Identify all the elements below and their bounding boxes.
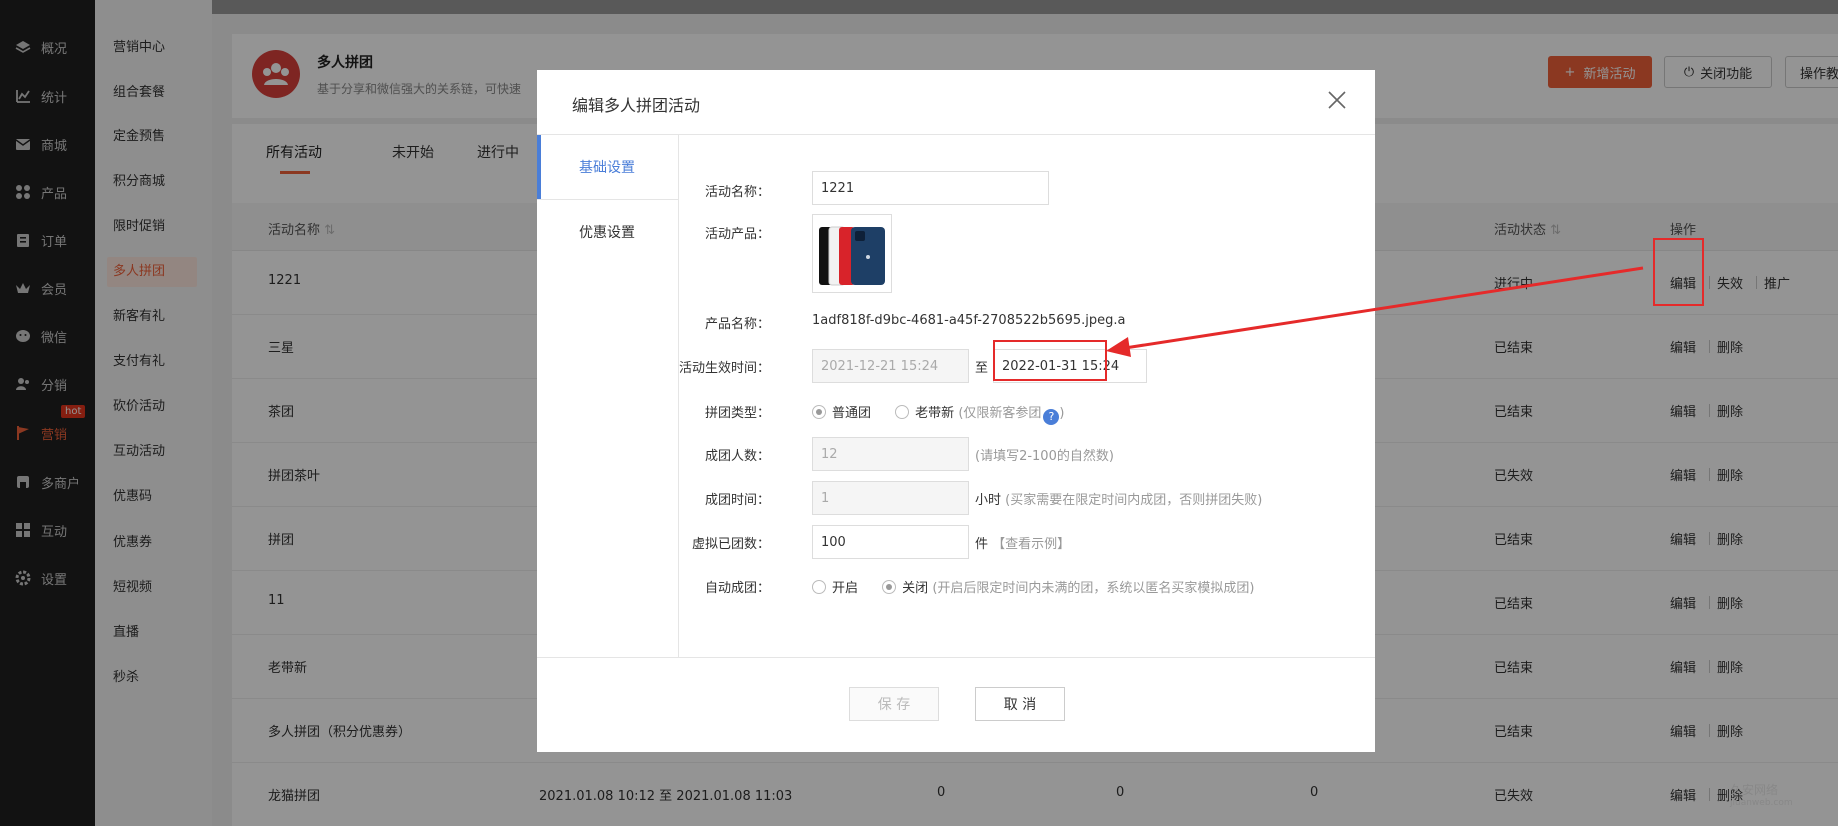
watermark: 久安网络 jiuanweb.com [1730, 784, 1793, 810]
watermark-line2: jiuanweb.com [1730, 798, 1793, 808]
annotation-arrow [1106, 266, 1644, 357]
watermark-line1: 久安网络 [1730, 783, 1779, 797]
